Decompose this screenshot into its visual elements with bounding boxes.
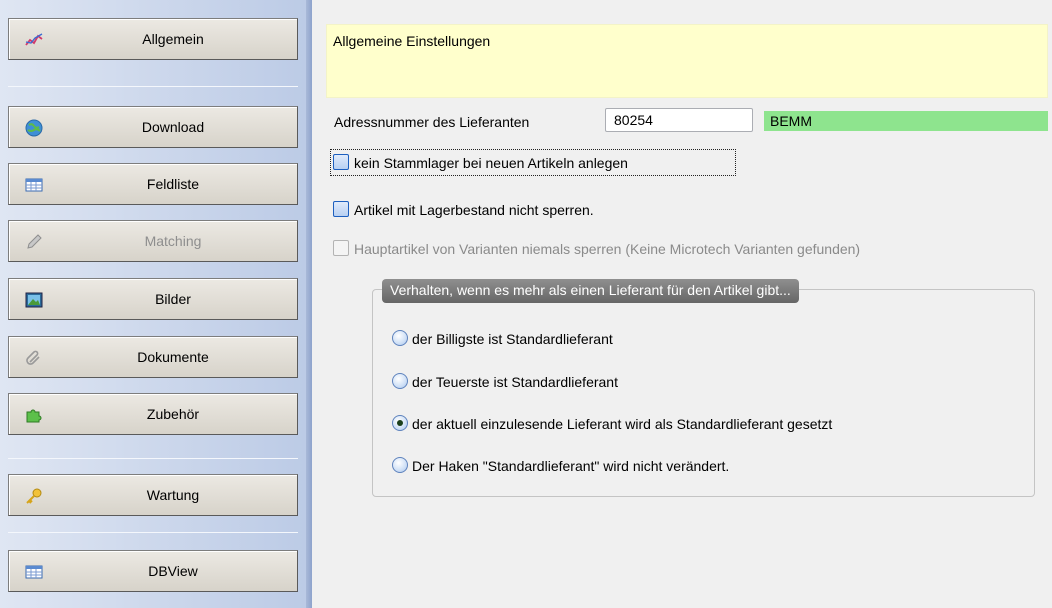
supplier-number-label: Adressnummer des Lieferanten — [334, 114, 530, 130]
table-icon — [25, 565, 43, 579]
radio-cheapest[interactable] — [392, 330, 408, 346]
nav-button-download[interactable]: Download — [8, 106, 298, 148]
no-main-stock-label: kein Stammlager bei neuen Artikeln anleg… — [354, 155, 628, 171]
nav-button-feldliste[interactable]: Feldliste — [8, 163, 298, 205]
nav-button-bilder[interactable]: Bilder — [8, 278, 298, 320]
supplier-name-display: BEMM — [764, 111, 1048, 131]
picture-icon — [25, 292, 43, 308]
radio-cheapest-label: der Billigste ist Standardlieferant — [412, 331, 613, 347]
table-icon — [25, 178, 43, 192]
radio-most-expensive[interactable] — [392, 373, 408, 389]
nav-button-zubehoer[interactable]: Zubehör — [8, 393, 298, 435]
radio-unchanged[interactable] — [392, 457, 408, 473]
separator — [8, 458, 298, 459]
nav-label: Dokumente — [137, 349, 209, 365]
separator — [8, 86, 298, 87]
no-lock-main-variant-checkbox[interactable] — [333, 240, 349, 256]
radio-most-expensive-label: der Teuerste ist Standardlieferant — [412, 374, 618, 390]
section-header: Allgemeine Einstellungen — [326, 24, 1048, 98]
nav-label: Feldliste — [146, 176, 200, 192]
section-title: Allgemeine Einstellungen — [333, 33, 491, 49]
nav-label: Wartung — [146, 487, 200, 503]
nav-button-dbview[interactable]: DBView — [8, 550, 298, 592]
chart-line-icon — [25, 33, 43, 46]
no-lock-stock-checkbox[interactable] — [333, 201, 349, 217]
nav-label: Matching — [144, 233, 202, 249]
nav-label: Allgemein — [142, 31, 204, 47]
nav-button-dokumente[interactable]: Dokumente — [8, 336, 298, 378]
no-main-stock-checkbox[interactable] — [333, 154, 349, 170]
no-lock-main-variant-label: Hauptartikel von Varianten niemals sperr… — [354, 241, 861, 257]
separator — [8, 532, 298, 533]
radio-current-supplier-label: der aktuell einzulesende Lieferant wird … — [412, 416, 833, 432]
no-lock-stock-label: Artikel mit Lagerbestand nicht sperren. — [354, 202, 594, 218]
nav-label: DBView — [148, 563, 198, 579]
pencil-icon — [27, 234, 42, 249]
paperclip-icon — [26, 350, 40, 365]
puzzle-icon — [26, 409, 42, 423]
supplier-behavior-title: Verhalten, wenn es mehr als einen Liefer… — [382, 279, 799, 303]
nav-label: Bilder — [155, 291, 191, 307]
nav-button-matching[interactable]: Matching — [8, 220, 298, 262]
radio-unchanged-label: Der Haken "Standardlieferant" wird nicht… — [412, 458, 730, 474]
nav-label: Zubehör — [146, 406, 200, 422]
nav-label: Download — [141, 119, 205, 135]
globe-icon — [25, 119, 43, 137]
key-icon — [26, 488, 42, 504]
radio-current-supplier[interactable] — [392, 415, 408, 431]
supplier-number-input[interactable]: 80254 — [605, 108, 753, 132]
nav-button-allgemein[interactable]: Allgemein — [8, 18, 298, 60]
settings-panel: Allgemeine Einstellungen Adressnummer de… — [312, 0, 1052, 608]
nav-button-wartung[interactable]: Wartung — [8, 474, 298, 516]
